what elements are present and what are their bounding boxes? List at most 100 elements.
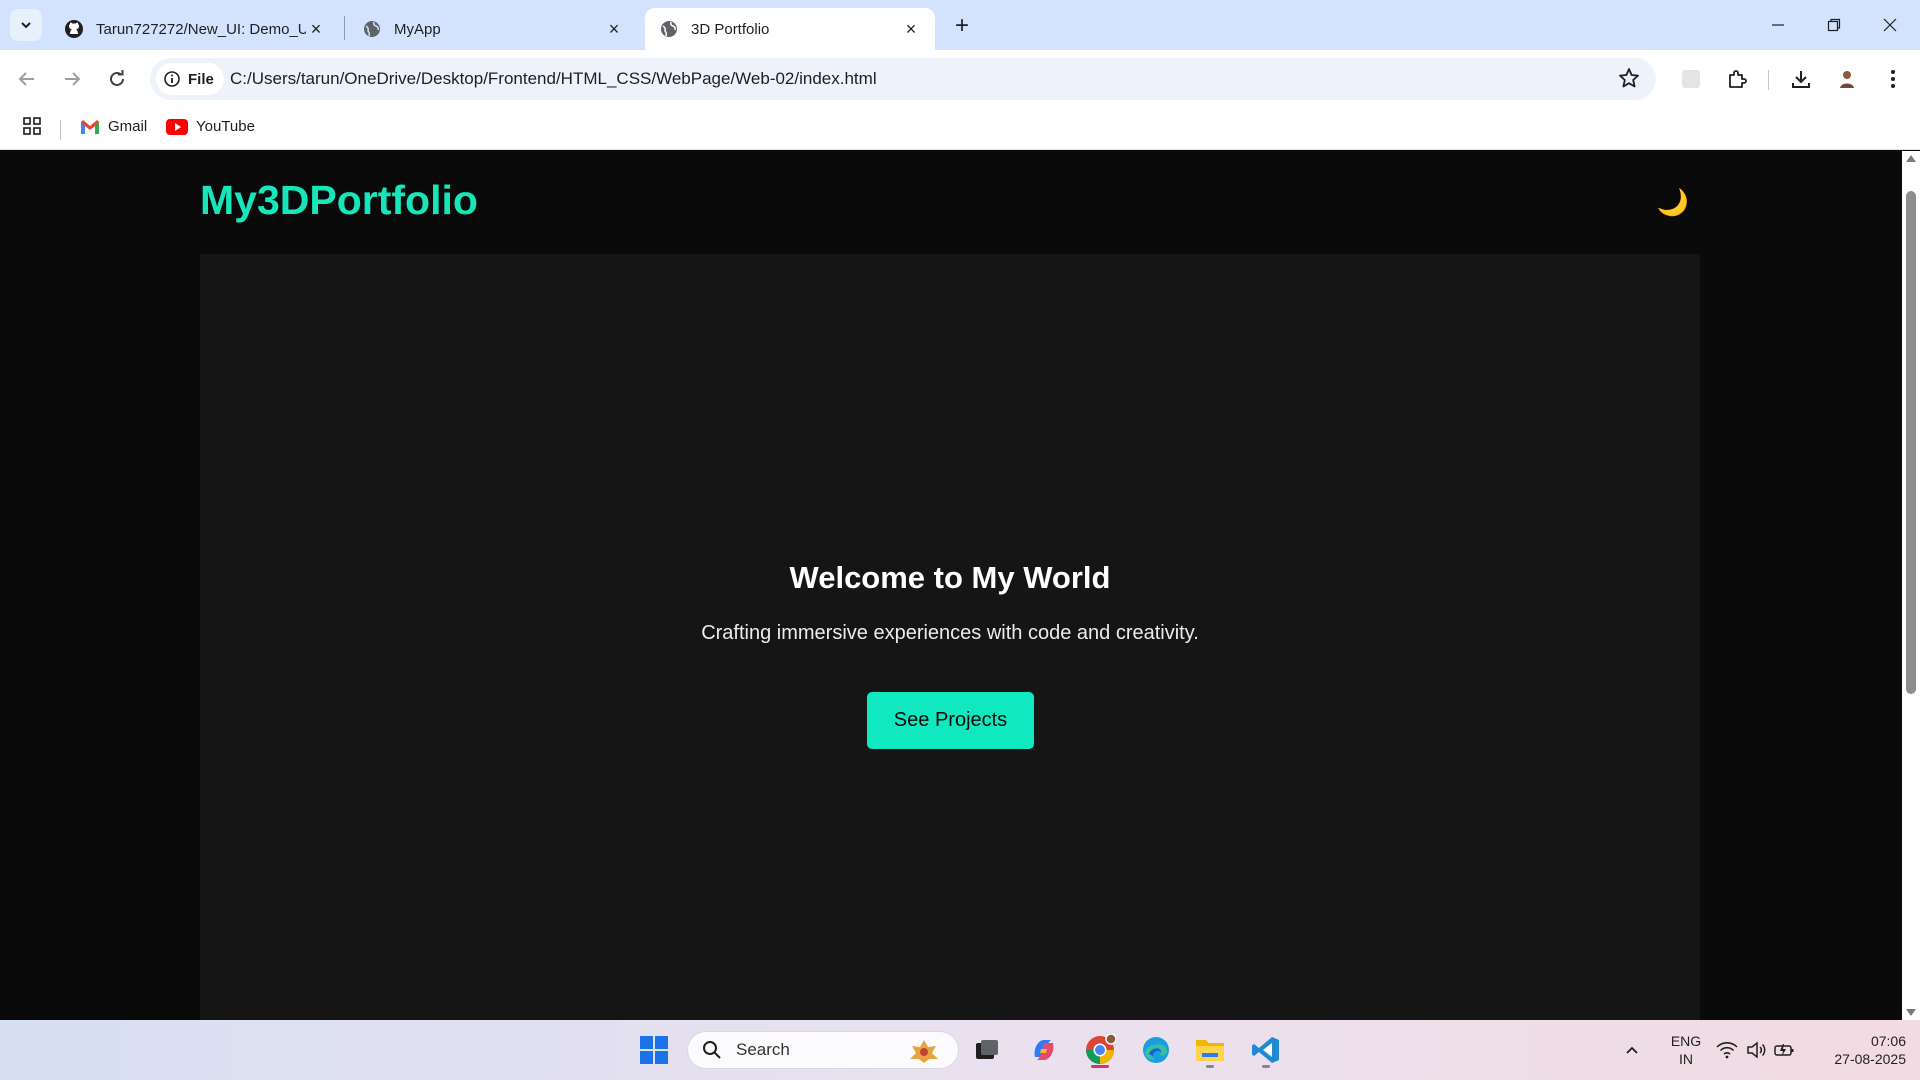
globe-icon [659, 19, 679, 39]
tab-search-dropdown[interactable] [10, 9, 42, 41]
vscode-button[interactable] [1246, 1030, 1286, 1070]
active-app-indicator [1091, 1065, 1109, 1068]
windows-taskbar: Search ENG IN 07:06 27-08-2025 [0, 1020, 1920, 1080]
close-icon[interactable]: × [306, 19, 326, 39]
tab-divider [344, 16, 345, 40]
chrome-icon [1086, 1034, 1116, 1064]
address-bar[interactable]: File C:/Users/tarun/OneDrive/Desktop/Fro… [150, 58, 1656, 100]
close-icon [1883, 18, 1897, 32]
bookmark-gmail[interactable]: Gmail [80, 118, 147, 135]
extension-button[interactable] [1674, 62, 1708, 96]
file-explorer-button[interactable] [1190, 1030, 1230, 1070]
tab-strip: Tarun727272/New_UI: Demo_UI × MyApp × 3D… [0, 0, 1920, 50]
windows-logo-icon [640, 1036, 668, 1064]
tab-3d-portfolio[interactable]: 3D Portfolio × [645, 8, 935, 50]
tab-title: MyApp [394, 20, 441, 38]
toolbar-divider [1768, 70, 1769, 90]
battery-icon [1774, 1044, 1794, 1056]
chevron-up-icon [1626, 1046, 1638, 1054]
search-icon [703, 1041, 721, 1059]
hero-section: Welcome to My World Crafting immersive e… [200, 254, 1700, 1020]
youtube-icon [166, 118, 188, 135]
download-icon [1792, 71, 1810, 88]
chrome-menu-button[interactable] [1876, 62, 1910, 96]
clock-date: 27-08-2025 [1834, 1051, 1906, 1067]
close-window-button[interactable] [1862, 0, 1918, 50]
forward-button[interactable] [55, 62, 89, 96]
page-scrollbar[interactable] [1902, 151, 1920, 1020]
volume-icon [1747, 1041, 1766, 1059]
page-viewport: My3DPortfolio 🌙 Welcome to My World Craf… [0, 151, 1902, 1020]
back-button[interactable] [10, 62, 44, 96]
site-info-chip[interactable]: File [156, 63, 224, 95]
edge-button[interactable] [1136, 1030, 1176, 1070]
bookmark-youtube[interactable]: YouTube [166, 118, 255, 135]
arrow-left-icon [18, 72, 34, 86]
search-placeholder: Search [736, 1040, 790, 1059]
copilot-icon [1034, 1040, 1054, 1060]
bookmark-star-button[interactable] [1618, 67, 1640, 94]
moon-icon: 🌙 [1656, 186, 1690, 217]
tab-title: 3D Portfolio [691, 20, 770, 38]
language-code: ENG [1670, 1033, 1702, 1049]
tab-github[interactable]: Tarun727272/New_UI: Demo_UI × [50, 8, 340, 50]
restore-icon [1827, 18, 1841, 32]
extension-tile-icon [1682, 70, 1700, 88]
taskbar-search-box[interactable]: Search [687, 1031, 959, 1069]
show-hidden-icons-button[interactable] [1612, 1030, 1652, 1070]
new-tab-button[interactable]: + [948, 12, 976, 40]
avatar-icon [1836, 68, 1858, 90]
minimize-button[interactable] [1750, 0, 1806, 50]
url-text[interactable]: C:/Users/tarun/OneDrive/Desktop/Frontend… [230, 69, 877, 89]
scrollbar-thumb[interactable] [1906, 191, 1916, 694]
close-icon[interactable]: × [604, 19, 624, 39]
downloads-button[interactable] [1784, 62, 1818, 96]
apps-grid-icon [23, 117, 41, 135]
language-indicator[interactable]: ENG IN [1666, 1032, 1706, 1068]
clock-time: 07:06 [1870, 1033, 1906, 1049]
more-vertical-icon [1891, 70, 1895, 88]
scroll-down-icon[interactable] [1906, 1009, 1916, 1016]
arrow-right-icon [65, 72, 81, 86]
bookmarks-bar: Gmail YouTube [0, 108, 1920, 150]
theme-toggle-button[interactable]: 🌙 [1656, 185, 1690, 219]
profile-button[interactable] [1830, 62, 1864, 96]
running-app-indicator [1206, 1065, 1214, 1068]
chevron-down-icon [21, 22, 31, 29]
hero-title: Welcome to My World [789, 560, 1111, 595]
system-tray[interactable] [1716, 1020, 1796, 1080]
search-highlight-icon [910, 1040, 938, 1063]
star-icon [1619, 68, 1639, 88]
tab-myapp[interactable]: MyApp × [348, 8, 638, 50]
site-chip-label: File [188, 70, 214, 88]
extensions-menu-button[interactable] [1720, 62, 1754, 96]
scroll-up-icon[interactable] [1906, 155, 1916, 162]
apps-button[interactable] [22, 116, 42, 136]
clock[interactable]: 07:06 27-08-2025 [1810, 1032, 1906, 1068]
globe-icon [362, 19, 382, 39]
see-projects-button[interactable]: See Projects [867, 692, 1034, 749]
github-icon [64, 19, 84, 39]
hero-subtitle: Crafting immersive experiences with code… [701, 622, 1199, 644]
bookmark-label: Gmail [108, 118, 148, 135]
site-logo[interactable]: My3DPortfolio [200, 177, 478, 224]
browser-toolbar: File C:/Users/tarun/OneDrive/Desktop/Fro… [0, 50, 1920, 108]
puzzle-icon [1729, 70, 1747, 88]
vscode-icon [1252, 1037, 1279, 1063]
reload-icon [110, 70, 124, 86]
reload-button[interactable] [100, 62, 134, 96]
edge-icon [1143, 1037, 1169, 1063]
task-view-button[interactable] [967, 1030, 1007, 1070]
chrome-taskbar-button[interactable] [1080, 1030, 1120, 1070]
restore-button[interactable] [1806, 0, 1862, 50]
close-icon[interactable]: × [901, 19, 921, 39]
start-button[interactable] [634, 1030, 674, 1070]
bookmark-label: YouTube [196, 118, 255, 135]
bookmarks-divider [60, 120, 61, 140]
running-app-indicator [1262, 1065, 1270, 1068]
copilot-button[interactable] [1024, 1030, 1064, 1070]
task-view-icon [976, 1040, 998, 1059]
tab-title: Tarun727272/New_UI: Demo_UI [96, 20, 306, 38]
folder-icon [1196, 1040, 1224, 1061]
info-icon [164, 71, 180, 87]
